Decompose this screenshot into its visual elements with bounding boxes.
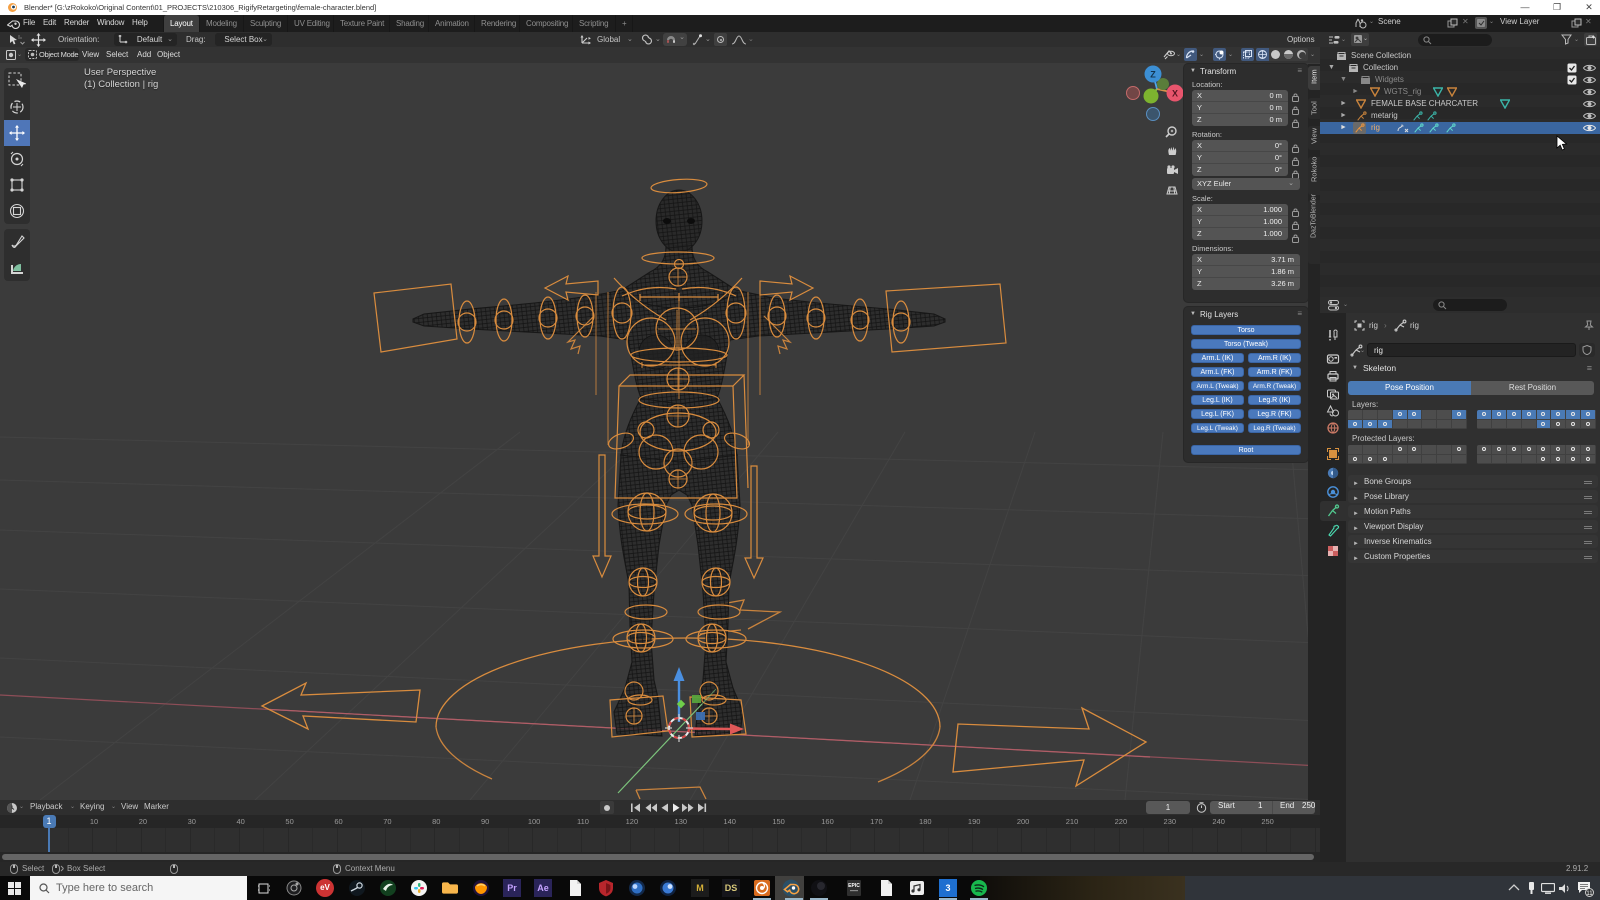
svg-text:Z: Z: [1150, 70, 1156, 80]
svg-text:EPIC: EPIC: [848, 883, 860, 889]
svg-text:X: X: [1172, 89, 1178, 99]
svg-text:11: 11: [1586, 891, 1593, 897]
